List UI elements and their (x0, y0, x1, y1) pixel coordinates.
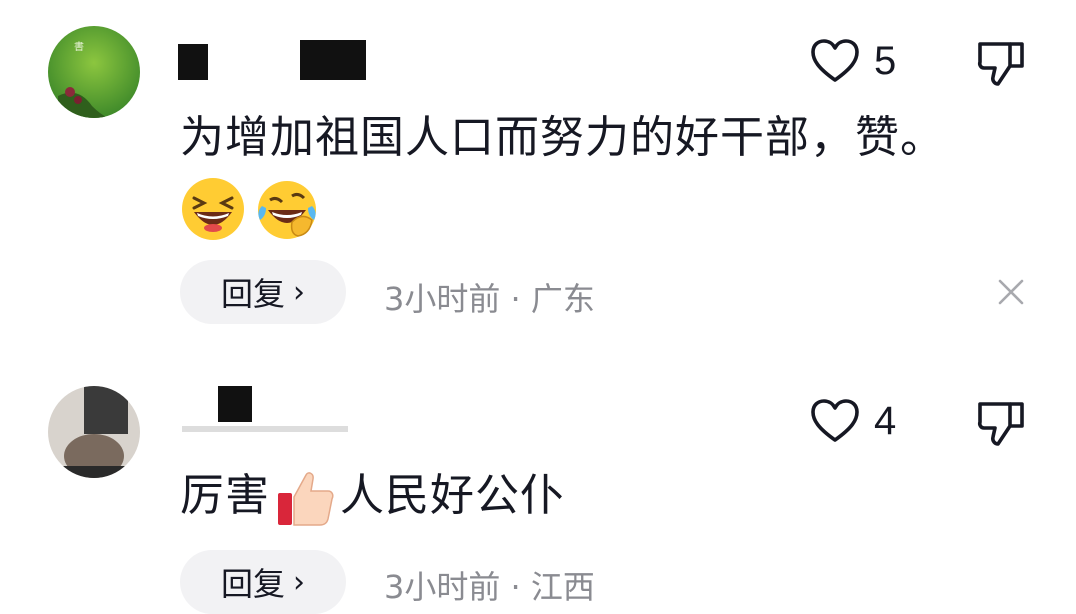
reply-label: 回复 (220, 565, 285, 603)
comment-meta: 3小时前 · 江西 (384, 568, 595, 606)
heart-outline-icon (811, 399, 859, 442)
thumbs-up-emoji (278, 472, 334, 526)
comment-text-after: 人民好公仆 (340, 470, 565, 521)
avatar[interactable] (48, 386, 140, 478)
thumbs-down-icon[interactable] (976, 400, 1028, 448)
reply-button[interactable]: 回复 › (180, 260, 346, 324)
chevron-right-icon: › (293, 274, 305, 310)
grinning-squint-emoji (182, 178, 244, 240)
like-count: 5 (874, 38, 897, 83)
like-count: 4 (874, 398, 897, 443)
like-button[interactable]: 5 (810, 36, 896, 86)
username-redacted[interactable] (178, 38, 398, 86)
rolling-laughing-emoji (258, 181, 316, 239)
close-icon[interactable] (996, 277, 1026, 307)
heart-outline-icon (811, 39, 859, 82)
comment-item: 書 5 为增加祖国人口而努力的好干部，赞。 回复 › 3小时前 · 广东 (0, 0, 1076, 350)
svg-text:書: 書 (74, 40, 84, 53)
avatar[interactable]: 書 (48, 26, 140, 118)
comment-text: 厉害 人民好公仆 (180, 466, 565, 529)
comment-meta: 3小时前 · 广东 (384, 280, 595, 318)
reply-label: 回复 (220, 275, 285, 313)
emoji-row (180, 176, 320, 242)
username-redacted[interactable] (178, 386, 358, 434)
like-button[interactable]: 4 (810, 396, 896, 446)
reply-button[interactable]: 回复 › (180, 550, 346, 614)
comment-text: 为增加祖国人口而努力的好干部，赞。 (180, 112, 945, 163)
comment-text-before: 厉害 (180, 470, 270, 521)
thumbs-down-icon[interactable] (976, 40, 1028, 88)
